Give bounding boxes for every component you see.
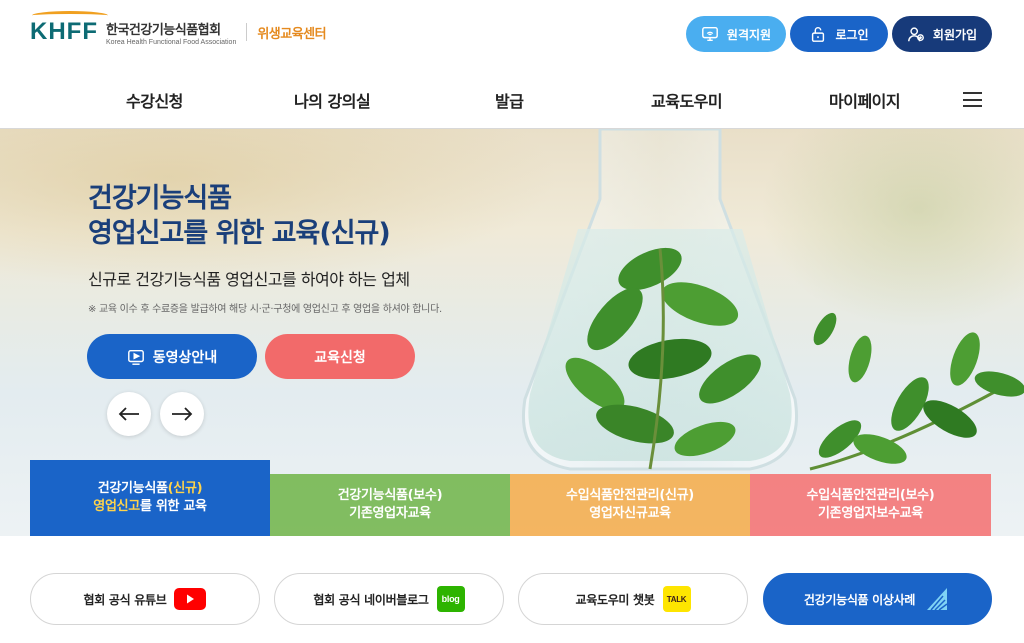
- nav-item-education-helper[interactable]: 교육도우미: [651, 88, 723, 112]
- arrow-left-icon: [118, 407, 139, 421]
- video-play-icon: [127, 349, 144, 365]
- tab-import-food-new[interactable]: 수입식품안전관리(신규) 영업자신규교육: [510, 474, 750, 536]
- menu-icon[interactable]: [963, 92, 982, 107]
- tab-1-line2-highlight: 영업신고: [93, 499, 140, 514]
- tab-1-line2-text: 를 위한 교육: [139, 499, 207, 514]
- logo-korean-name: 한국건강기능식품협회: [105, 22, 221, 38]
- signup-button[interactable]: 회원가입: [892, 16, 992, 52]
- report-icon: [927, 588, 948, 611]
- video-guide-label: 동영상안내: [152, 349, 218, 366]
- tab-1-line1: 건강기능식품(신규): [98, 480, 203, 498]
- tab-2-line2: 기존영업자교육: [349, 506, 431, 521]
- login-button[interactable]: 로그인: [790, 16, 888, 52]
- prev-slide-button[interactable]: [107, 392, 151, 436]
- chatbot-label: 교육도우미 챗봇: [575, 592, 655, 607]
- tab-4-line1: 수입식품안전관리(보수): [806, 488, 935, 503]
- logo-swoosh: [32, 11, 108, 20]
- logo-mark-text: KHFF: [30, 18, 98, 45]
- chatbot-link[interactable]: 교육도우미 챗봇 TALK: [518, 573, 748, 625]
- tab-import-food-refresher[interactable]: 수입식품안전관리(보수) 기존영업자보수교육: [750, 474, 991, 536]
- course-tabs: 건강기능식품(신규) 영업신고를 위한 교육 건강기능식품(보수) 기존영업자교…: [0, 460, 1024, 536]
- logo-mark: KHFF: [30, 11, 108, 46]
- tab-2-line1: 건강기능식품(보수): [337, 488, 443, 503]
- hero-title: 건강기능식품 영업신고를 위한 교육(신규): [88, 181, 391, 251]
- logo-divider: [246, 23, 248, 41]
- remote-support-button[interactable]: 원격지원: [686, 16, 786, 52]
- hero-title-line1: 건강기능식품: [88, 183, 232, 214]
- center-name: 위생교육센터: [257, 26, 327, 42]
- user-add-icon: [907, 27, 924, 42]
- kakaotalk-icon: TALK: [662, 586, 691, 612]
- nav-item-issuance[interactable]: 발급: [495, 88, 524, 112]
- monitor-icon: [701, 26, 718, 42]
- site-header: KHFF 한국건강기능식품협회 Korea Health Functional …: [0, 0, 1024, 72]
- tab-3-line2: 영업자신규교육: [589, 506, 671, 521]
- tab-4-line2: 기존영업자보수교육: [818, 506, 923, 521]
- naver-blog-label: 협회 공식 네이버블로그: [313, 592, 429, 607]
- hero-subtitle: 신규로 건강기능식품 영업신고를 하여야 하는 업체: [88, 270, 410, 289]
- hero-title-line2: 영업신고를 위한 교육(신규): [88, 218, 391, 249]
- hero-note: ※ 교육 이수 후 수료증을 발급하여 해당 시·군·구청에 영업신고 후 영업…: [88, 304, 442, 315]
- naver-blog-link[interactable]: 협회 공식 네이버블로그 blog: [274, 573, 504, 625]
- tab-1-line2: 영업신고를 위한 교육: [93, 498, 207, 516]
- main-nav: 수강신청 나의 강의실 발급 교육도우미 마이페이지: [0, 72, 1024, 129]
- apply-label: 교육신청: [314, 349, 366, 366]
- youtube-label: 협회 공식 유튜브: [83, 592, 167, 607]
- tab-3-line1: 수입식품안전관리(신규): [566, 488, 694, 503]
- logo-english-name: Korea Health Functional Food Association: [105, 38, 237, 46]
- nav-item-mypage[interactable]: 마이페이지: [829, 88, 901, 112]
- arrow-right-icon: [172, 407, 193, 421]
- blog-icon: blog: [436, 586, 465, 612]
- video-guide-button[interactable]: 동영상안내: [87, 334, 257, 379]
- remote-support-label: 원격지원: [726, 27, 772, 42]
- adverse-cases-label: 건강기능식품 이상사례: [803, 592, 916, 607]
- logo-text: 한국건강기능식품협회 Korea Health Functional Food …: [106, 19, 236, 46]
- nav-item-registration[interactable]: 수강신청: [126, 88, 183, 112]
- adverse-cases-link[interactable]: 건강기능식품 이상사례: [763, 573, 992, 625]
- site-logo[interactable]: KHFF 한국건강기능식품협회 Korea Health Functional …: [30, 11, 327, 46]
- youtube-icon: [174, 588, 207, 610]
- nav-item-my-classroom[interactable]: 나의 강의실: [294, 88, 371, 112]
- apply-button[interactable]: 교육신청: [265, 334, 415, 379]
- tab-health-food-new[interactable]: 건강기능식품(신규) 영업신고를 위한 교육: [30, 460, 270, 536]
- lock-icon: [812, 27, 825, 42]
- signup-label: 회원가입: [932, 27, 978, 42]
- tab-1-line1-text: 건강기능식품: [97, 481, 168, 496]
- youtube-link[interactable]: 협회 공식 유튜브: [30, 573, 260, 625]
- tab-health-food-refresher[interactable]: 건강기능식품(보수) 기존영업자교육: [270, 474, 510, 536]
- login-label: 로그인: [835, 27, 869, 42]
- flask-image: [522, 129, 798, 471]
- herb-image: [809, 312, 1024, 471]
- tab-1-highlight: (신규): [167, 481, 203, 496]
- next-slide-button[interactable]: [160, 392, 204, 436]
